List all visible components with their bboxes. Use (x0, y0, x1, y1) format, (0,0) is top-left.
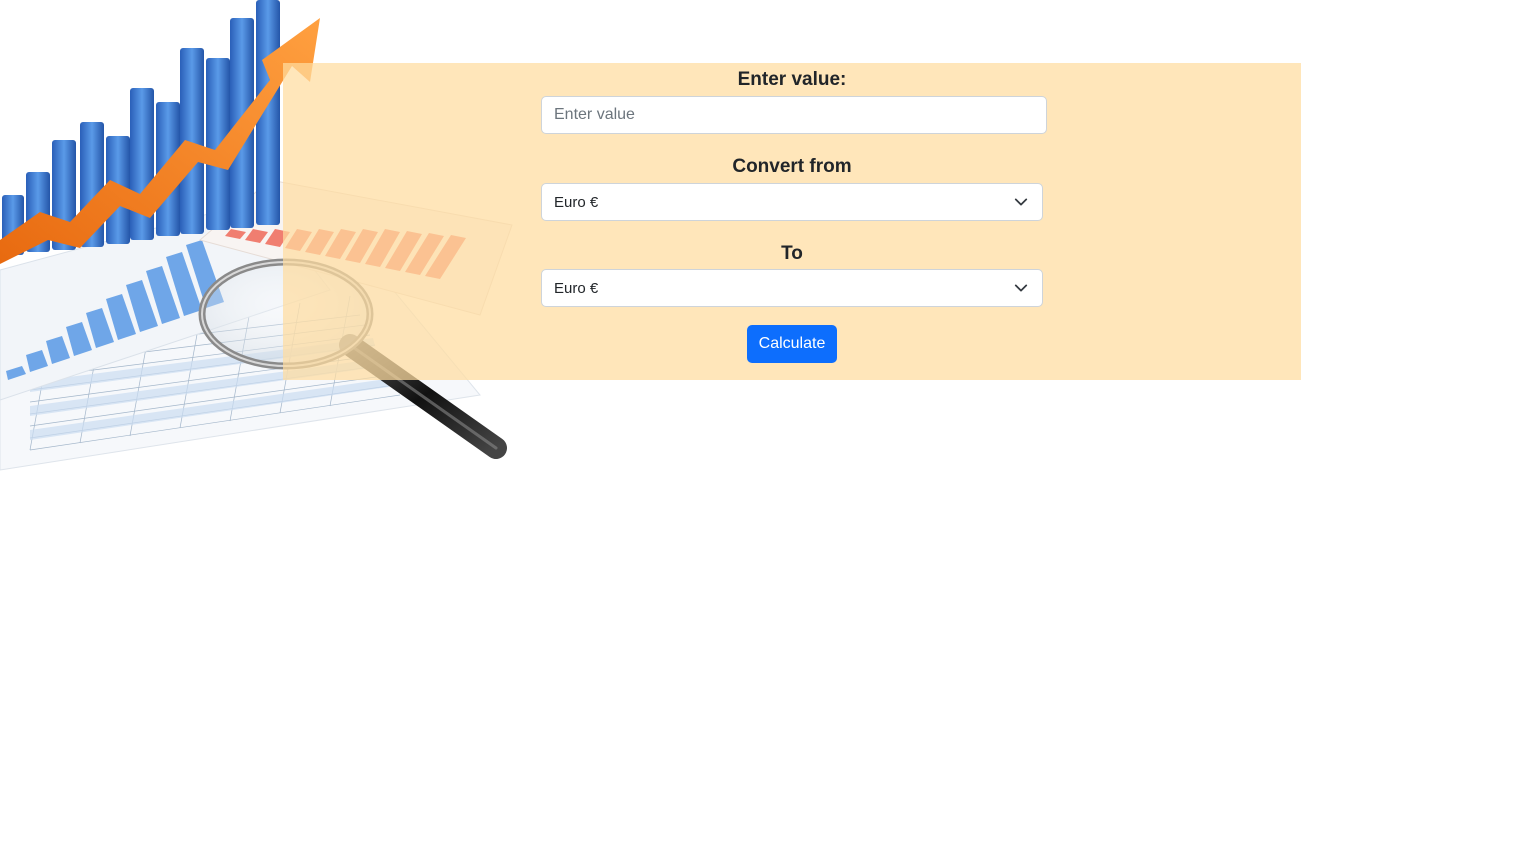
convert-from-select[interactable]: Euro € (541, 183, 1043, 221)
enter-value-label: Enter value: (737, 69, 847, 90)
convert-from-value: Euro € (554, 193, 599, 211)
calculate-button[interactable]: Calculate (747, 325, 837, 363)
chevron-down-icon (1014, 284, 1028, 292)
value-input[interactable] (541, 96, 1047, 134)
converter-panel: Enter value: Convert from Euro € To Euro… (283, 63, 1301, 380)
convert-to-value: Euro € (554, 279, 599, 297)
convert-from-label: Convert from (732, 156, 852, 177)
convert-to-select[interactable]: Euro € (541, 269, 1043, 307)
page: Enter value: Convert from Euro € To Euro… (0, 0, 1536, 864)
chevron-down-icon (1014, 198, 1028, 206)
to-label: To (781, 243, 803, 264)
